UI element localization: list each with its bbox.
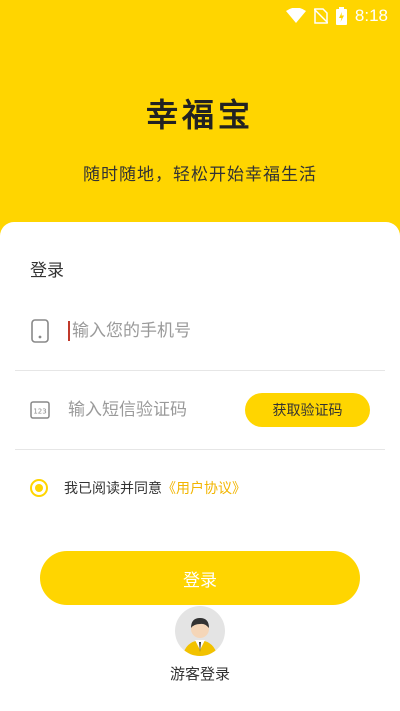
verification-code-icon: 123 [29,397,51,423]
guest-login-label[interactable]: 游客登录 [0,663,400,684]
app-title: 幸福宝 [145,96,254,134]
agreement-text: 我已阅读并同意 [64,481,162,497]
agreement-radio[interactable] [30,479,48,497]
login-button[interactable]: 登录 [40,551,360,605]
login-card: 登录 123 获取验证码 我已阅读并同意 《用户协议》 登录 游客登录 [0,222,400,711]
svg-text:123: 123 [33,408,46,416]
login-heading: 登录 [30,261,64,281]
phone-input[interactable] [68,321,312,341]
app-subtitle: 随时随地，轻松开始幸福生活 [83,165,317,185]
radio-dot [35,484,43,492]
phone-icon [29,318,51,344]
guest-avatar[interactable] [175,606,225,656]
battery-charging-icon [335,7,347,25]
get-code-button[interactable]: 获取验证码 [245,393,370,427]
code-field-row: 123 获取验证码 [15,371,385,450]
status-time: 8:18 [354,6,388,25]
user-agreement-link[interactable]: 《用户协议》 [162,478,246,498]
wifi-icon [285,8,306,24]
phone-field-row [15,292,385,371]
no-sim-icon [313,8,328,24]
agreement-row: 我已阅读并同意 《用户协议》 [30,478,246,498]
status-bar: 8:18 [0,0,400,32]
